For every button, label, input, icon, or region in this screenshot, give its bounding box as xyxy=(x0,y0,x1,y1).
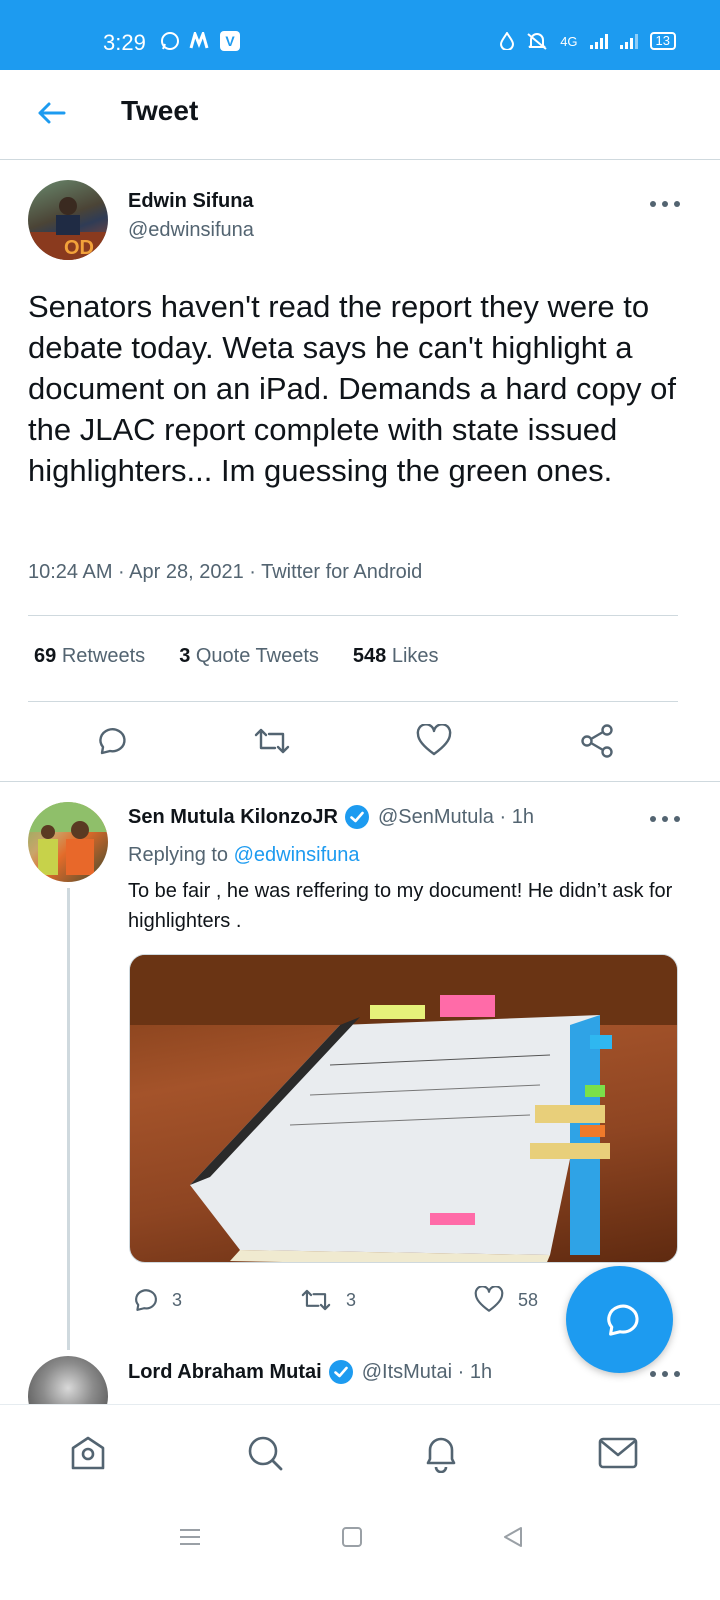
like-count: 58 xyxy=(518,1289,539,1310)
document-photo xyxy=(130,955,677,1262)
nav-notifications-button[interactable] xyxy=(421,1433,461,1473)
replying-to: Replying to @edwinsifuna xyxy=(128,844,360,866)
top-app-bar: Tweet xyxy=(0,70,720,160)
nav-home-button[interactable] xyxy=(68,1433,108,1473)
retweets-stat[interactable]: 69 Retweets xyxy=(34,645,145,668)
replying-to-link[interactable]: @edwinsifuna xyxy=(234,844,360,866)
likes-stat[interactable]: 548 Likes xyxy=(353,645,439,668)
battery-icon: 13 xyxy=(649,32,676,50)
nav-search-button[interactable] xyxy=(245,1433,285,1473)
reply-text: To be fair , he was reffering to my docu… xyxy=(128,880,673,932)
verified-badge-icon xyxy=(344,804,370,830)
reply2-header: Lord Abraham Mutai @ItsMutai · 1h xyxy=(128,1359,492,1385)
reply2-author-handle[interactable]: @ItsMutai · 1h xyxy=(362,1361,492,1384)
reply-more-options-button[interactable] xyxy=(650,814,680,824)
home-icon xyxy=(71,1436,105,1470)
heart-icon xyxy=(474,1286,504,1312)
menu-lines-icon xyxy=(180,1529,200,1545)
author-avatar[interactable]: OD xyxy=(28,180,108,260)
status-time: 3:29 xyxy=(103,30,146,55)
tweet-text: Senators haven't read the report they we… xyxy=(28,289,676,488)
status-bar: 3:29 V 4G 13 xyxy=(0,0,720,70)
reply-author-avatar[interactable] xyxy=(28,802,108,882)
triangle-back-icon xyxy=(504,1527,522,1547)
reply-retweet-button[interactable]: 3 xyxy=(300,1286,356,1314)
notification-icons: V xyxy=(160,31,240,51)
like-button[interactable] xyxy=(414,721,454,761)
heart-icon xyxy=(416,724,452,756)
share-button[interactable] xyxy=(577,721,617,761)
divider xyxy=(28,701,678,702)
retweet-icon xyxy=(254,728,290,754)
v-app-icon: V xyxy=(220,31,240,51)
reply-author-name[interactable]: Sen Mutula KilonzoJR xyxy=(128,806,338,829)
tweet-timestamp: 10:24 AM · Apr 28, 2021 · Twitter for An… xyxy=(28,561,423,583)
envelope-icon xyxy=(598,1437,638,1469)
search-icon xyxy=(248,1436,283,1471)
retweet-button[interactable] xyxy=(252,721,292,761)
tweet-stats: 69 Retweets 3 Quote Tweets 548 Likes xyxy=(34,645,439,668)
reply-bubble-icon xyxy=(606,1304,639,1336)
page-title: Tweet xyxy=(121,95,199,126)
reply2-author-name[interactable]: Lord Abraham Mutai xyxy=(128,1361,322,1384)
reply-header: Sen Mutula KilonzoJR @SenMutula · 1h xyxy=(128,804,534,830)
back-system-button[interactable] xyxy=(498,1522,528,1552)
reply-author-handle[interactable]: @SenMutula · 1h xyxy=(378,806,534,829)
signal-icon-2 xyxy=(619,33,638,49)
data-saver-icon xyxy=(500,32,515,50)
whatsapp-icon xyxy=(161,32,179,50)
reply-media-image[interactable] xyxy=(129,954,678,1263)
verified-badge-icon xyxy=(328,1359,354,1385)
square-icon xyxy=(342,1527,362,1547)
system-navigation-bar xyxy=(0,1504,720,1600)
reply-like-button[interactable]: 58 xyxy=(474,1286,538,1314)
network-type: 4G xyxy=(560,33,578,49)
quote-tweets-stat[interactable]: 3 Quote Tweets xyxy=(179,645,319,668)
system-icons: 4G 13 xyxy=(500,32,676,50)
author-handle[interactable]: @edwinsifuna xyxy=(128,219,254,242)
recents-button[interactable] xyxy=(175,1522,205,1552)
author-name[interactable]: Edwin Sifuna xyxy=(128,190,254,213)
divider xyxy=(0,781,720,782)
signal-icon xyxy=(589,33,608,49)
compose-reply-button[interactable] xyxy=(566,1266,673,1373)
retweet-icon xyxy=(301,1289,331,1311)
mute-icon xyxy=(527,33,547,50)
nav-messages-button[interactable] xyxy=(598,1433,638,1473)
avatar-photo: OD xyxy=(28,197,108,260)
reply-button[interactable] xyxy=(90,721,130,761)
bottom-navigation xyxy=(0,1404,720,1504)
reply-reply-button[interactable]: 3 xyxy=(130,1286,182,1314)
reply-icon xyxy=(135,1289,157,1311)
svg-text:OD: OD xyxy=(64,237,94,259)
news-icon xyxy=(189,32,209,49)
reply2-more-options-button[interactable] xyxy=(650,1369,680,1379)
reply-icon xyxy=(99,728,126,755)
reply-count: 3 xyxy=(172,1289,183,1310)
thread-line xyxy=(67,888,70,1350)
more-options-button[interactable] xyxy=(650,199,680,209)
retweet-count: 3 xyxy=(346,1289,357,1310)
back-arrow-icon xyxy=(38,102,66,124)
divider xyxy=(28,615,678,616)
home-system-button[interactable] xyxy=(337,1522,367,1552)
back-button[interactable] xyxy=(34,96,68,130)
bell-icon xyxy=(426,1437,456,1473)
avatar-photo xyxy=(28,802,108,875)
share-icon xyxy=(581,724,613,758)
